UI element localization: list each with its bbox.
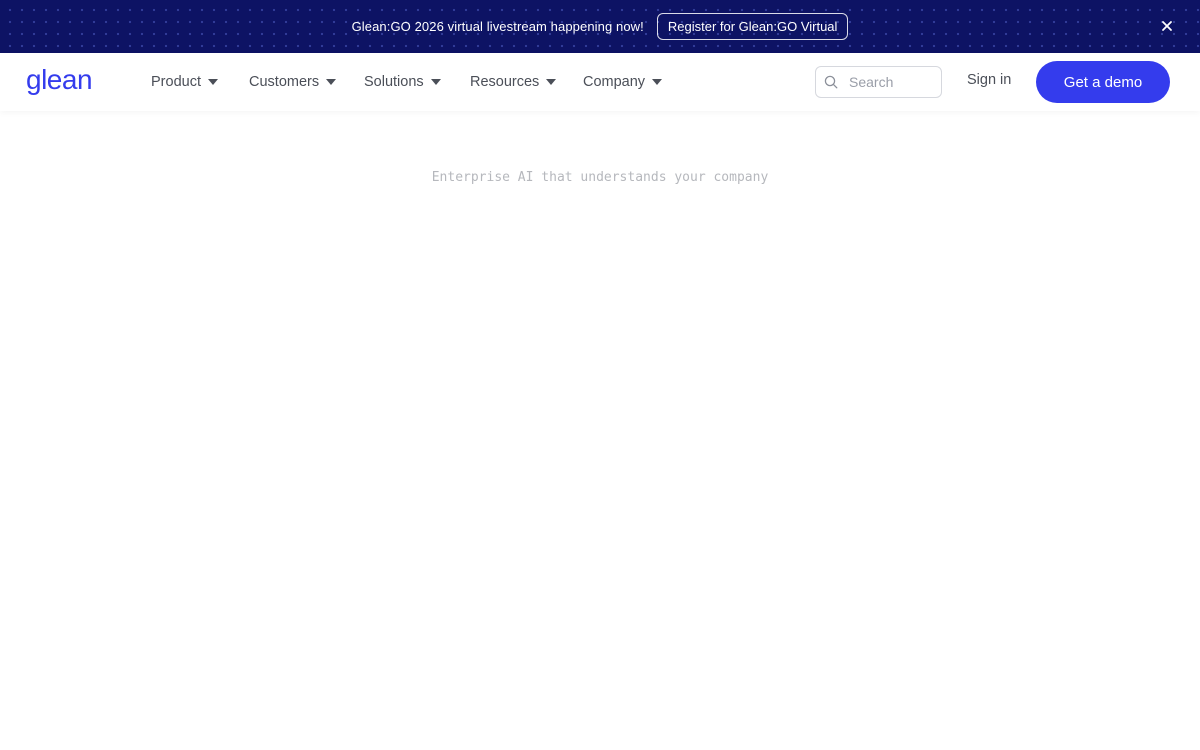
logo-text: glean [26, 65, 92, 95]
nav-item-label: Company [583, 74, 646, 90]
chevron-down-icon [652, 78, 663, 85]
search-box[interactable] [815, 66, 942, 98]
announcement-banner: Glean:GO 2026 virtual livestream happeni… [0, 0, 1200, 53]
hero-tagline: Enterprise AI that understands your comp… [431, 170, 769, 185]
nav-item-customers[interactable]: Customers [249, 72, 337, 92]
nav-item-product[interactable]: Product [151, 72, 218, 92]
chevron-down-icon [430, 78, 441, 85]
search-icon [824, 75, 838, 89]
demo-button-shadow [1072, 111, 1135, 160]
get-demo-button[interactable]: Get a demo [1036, 61, 1170, 103]
glean-logo[interactable]: glean [26, 65, 104, 99]
nav-item-label: Customers [249, 74, 320, 90]
nav-item-resources[interactable]: Resources [470, 72, 557, 92]
search-input[interactable] [849, 74, 939, 90]
banner-text: Glean:GO 2026 virtual livestream happeni… [351, 19, 644, 34]
chevron-down-icon [546, 78, 557, 85]
nav-item-label: Solutions [364, 74, 424, 90]
chevron-down-icon [207, 78, 218, 85]
register-button[interactable]: Register for Glean:GO Virtual [656, 13, 849, 40]
chevron-down-icon [326, 78, 337, 85]
nav-item-solutions[interactable]: Solutions [364, 72, 441, 92]
close-icon[interactable] [1160, 19, 1174, 33]
sign-in-link[interactable]: Sign in [967, 72, 1011, 88]
top-navigation: glean Product Customers Solutions Resour… [0, 53, 1200, 160]
nav-item-company[interactable]: Company [583, 72, 663, 92]
nav-item-label: Resources [470, 74, 540, 90]
nav-item-label: Product [151, 74, 201, 90]
